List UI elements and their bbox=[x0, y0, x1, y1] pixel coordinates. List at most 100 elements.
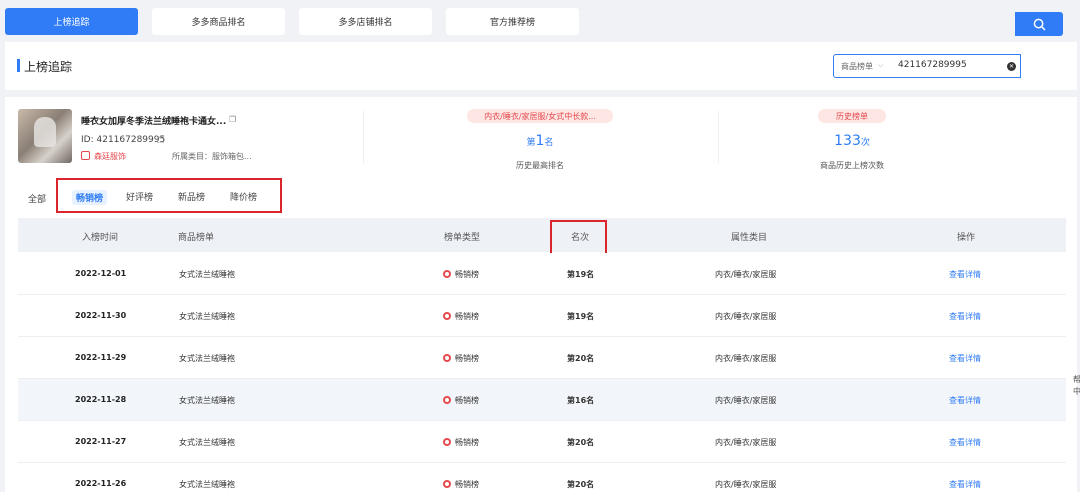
row-list: 女式法兰绒睡袍 bbox=[179, 438, 235, 447]
row-type: 畅销榜 bbox=[443, 269, 479, 280]
tab-product-ranking[interactable]: 多多商品排名 bbox=[152, 8, 285, 35]
row-type: 畅销榜 bbox=[443, 353, 479, 364]
table-row: 2022-11-27 女式法兰绒睡袍 畅销榜 第20名 内衣/睡衣/家居服 查看… bbox=[18, 421, 1066, 463]
history-count-number: 133 bbox=[834, 133, 861, 149]
row-rank: 第20名 bbox=[567, 480, 595, 489]
title-accent-bar bbox=[17, 59, 20, 72]
row-type-label: 畅销榜 bbox=[455, 480, 479, 489]
row-type: 畅销榜 bbox=[443, 311, 479, 322]
search-input[interactable] bbox=[898, 60, 998, 70]
highlight-box-subtabs bbox=[56, 178, 282, 213]
row-rank: 第19名 bbox=[567, 270, 595, 279]
bestseller-icon bbox=[443, 312, 451, 320]
category-pill: 内衣/睡衣/家居服/女式中长款... bbox=[467, 109, 613, 123]
history-count-label: 商品历史上榜次数 bbox=[820, 161, 884, 170]
bestseller-icon bbox=[443, 396, 451, 404]
view-details-link[interactable]: 查看详情 bbox=[949, 395, 981, 406]
row-category: 内衣/睡衣/家居服 bbox=[715, 312, 777, 321]
best-rank-suffix: 名 bbox=[544, 138, 554, 148]
bestseller-icon bbox=[443, 354, 451, 362]
bestseller-icon bbox=[443, 480, 451, 488]
row-type: 畅销榜 bbox=[443, 437, 479, 448]
row-category: 内衣/睡衣/家居服 bbox=[715, 438, 777, 447]
product-title[interactable]: 睡衣女加厚冬季法兰绒睡袍卡通女... bbox=[81, 114, 226, 127]
edge-text-fragment: 中 bbox=[1073, 387, 1080, 396]
table-row: 2022-11-28 女式法兰绒睡袍 畅销榜 第16名 内衣/睡衣/家居服 查看… bbox=[18, 379, 1066, 421]
row-category: 内衣/睡衣/家居服 bbox=[715, 354, 777, 363]
chevron-down-icon[interactable]: ⌵ bbox=[878, 61, 883, 70]
row-type: 畅销榜 bbox=[443, 479, 479, 490]
bestseller-icon bbox=[443, 438, 451, 446]
col-header-type: 榜单类型 bbox=[444, 233, 481, 243]
best-rank-label: 历史最高排名 bbox=[516, 161, 564, 170]
row-type: 畅销榜 bbox=[443, 395, 479, 406]
view-details-link[interactable]: 查看详情 bbox=[949, 269, 981, 280]
row-date: 2022-11-28 bbox=[75, 395, 127, 404]
view-details-link[interactable]: 查看详情 bbox=[949, 437, 981, 448]
row-type-label: 畅销榜 bbox=[455, 270, 479, 279]
row-list: 女式法兰绒睡袍 bbox=[179, 270, 235, 279]
page-title: 上榜追踪 bbox=[24, 60, 73, 74]
row-list: 女式法兰绒睡袍 bbox=[179, 354, 235, 363]
row-rank: 第20名 bbox=[567, 354, 595, 363]
table-row: 2022-12-01 女式法兰绒睡袍 畅销榜 第19名 内衣/睡衣/家居服 查看… bbox=[18, 253, 1066, 295]
shop-name-link[interactable]: 森廷服饰 bbox=[94, 151, 126, 162]
table-row: 2022-11-26 女式法兰绒睡袍 畅销榜 第20名 内衣/睡衣/家居服 查看… bbox=[18, 463, 1066, 492]
col-header-action: 操作 bbox=[957, 233, 976, 243]
view-details-link[interactable]: 查看详情 bbox=[949, 479, 981, 490]
table-row: 2022-11-29 女式法兰绒睡袍 畅销榜 第20名 内衣/睡衣/家居服 查看… bbox=[18, 337, 1066, 379]
divider bbox=[363, 111, 364, 163]
row-type-label: 畅销榜 bbox=[455, 354, 479, 363]
top-tab-bar: 上榜追踪 多多商品排名 多多店铺排名 官方推荐榜 bbox=[0, 0, 1080, 42]
product-thumbnail[interactable] bbox=[18, 109, 72, 163]
row-date: 2022-11-26 bbox=[75, 479, 127, 488]
table-row: 2022-11-30 女式法兰绒睡袍 畅销榜 第19名 内衣/睡衣/家居服 查看… bbox=[18, 295, 1066, 337]
row-list: 女式法兰绒睡袍 bbox=[179, 312, 235, 321]
search-button[interactable] bbox=[1015, 12, 1063, 36]
best-rank-value: 第1名 bbox=[490, 133, 590, 149]
row-date: 2022-11-29 bbox=[75, 353, 127, 362]
view-details-link[interactable]: 查看详情 bbox=[949, 353, 981, 364]
row-type-label: 畅销榜 bbox=[455, 438, 479, 447]
search-icon bbox=[1033, 18, 1045, 30]
row-list: 女式法兰绒睡袍 bbox=[179, 480, 235, 489]
tab-rank-tracking[interactable]: 上榜追踪 bbox=[5, 8, 138, 35]
row-date: 2022-11-27 bbox=[75, 437, 127, 446]
header-panel: 上榜追踪 商品榜单 ⌵ ✕ bbox=[5, 42, 1077, 90]
row-date: 2022-11-30 bbox=[75, 311, 127, 320]
product-id-value: 421167289995 bbox=[96, 135, 166, 145]
sub-tab-all[interactable]: 全部 bbox=[28, 192, 46, 205]
view-details-link[interactable]: 查看详情 bbox=[949, 311, 981, 322]
divider bbox=[718, 111, 719, 163]
history-count-suffix: 次 bbox=[860, 138, 870, 148]
row-rank: 第19名 bbox=[567, 312, 595, 321]
row-type-label: 畅销榜 bbox=[455, 396, 479, 405]
best-rank-prefix: 第 bbox=[526, 138, 536, 148]
col-header-list: 商品榜单 bbox=[178, 233, 215, 243]
copy-icon[interactable]: ❐ bbox=[229, 115, 236, 124]
row-category: 内衣/睡衣/家居服 bbox=[715, 396, 777, 405]
tab-official-recommend[interactable]: 官方推荐榜 bbox=[446, 8, 579, 35]
product-id-label: ID: bbox=[81, 135, 94, 145]
row-category: 内衣/睡衣/家居服 bbox=[715, 270, 777, 279]
product-id: ID: 421167289995 bbox=[81, 135, 165, 145]
col-header-category: 属性类目 bbox=[731, 233, 768, 243]
row-rank: 第20名 bbox=[567, 438, 595, 447]
history-count: 133次 bbox=[802, 133, 902, 149]
history-pill: 历史榜单 bbox=[818, 109, 886, 123]
search-box: 商品榜单 ⌵ ✕ bbox=[833, 54, 1021, 78]
content-panel: 睡衣女加厚冬季法兰绒睡袍卡通女... ❐ ID: 421167289995 ❐ … bbox=[5, 97, 1077, 492]
edge-text-fragment: 帮 bbox=[1073, 375, 1080, 384]
shop-icon bbox=[81, 151, 90, 160]
col-header-date: 入榜时间 bbox=[82, 233, 119, 243]
row-date: 2022-12-01 bbox=[75, 269, 127, 278]
product-category: 所属类目：服饰箱包... bbox=[172, 152, 252, 161]
row-type-label: 畅销榜 bbox=[455, 312, 479, 321]
row-list: 女式法兰绒睡袍 bbox=[179, 396, 235, 405]
highlight-box-rank bbox=[550, 220, 607, 257]
copy-id-icon[interactable]: ❐ bbox=[157, 136, 164, 145]
search-type-select[interactable]: 商品榜单 bbox=[841, 61, 873, 72]
clear-icon[interactable]: ✕ bbox=[1007, 62, 1016, 71]
bestseller-icon bbox=[443, 270, 451, 278]
tab-shop-ranking[interactable]: 多多店铺排名 bbox=[299, 8, 432, 35]
